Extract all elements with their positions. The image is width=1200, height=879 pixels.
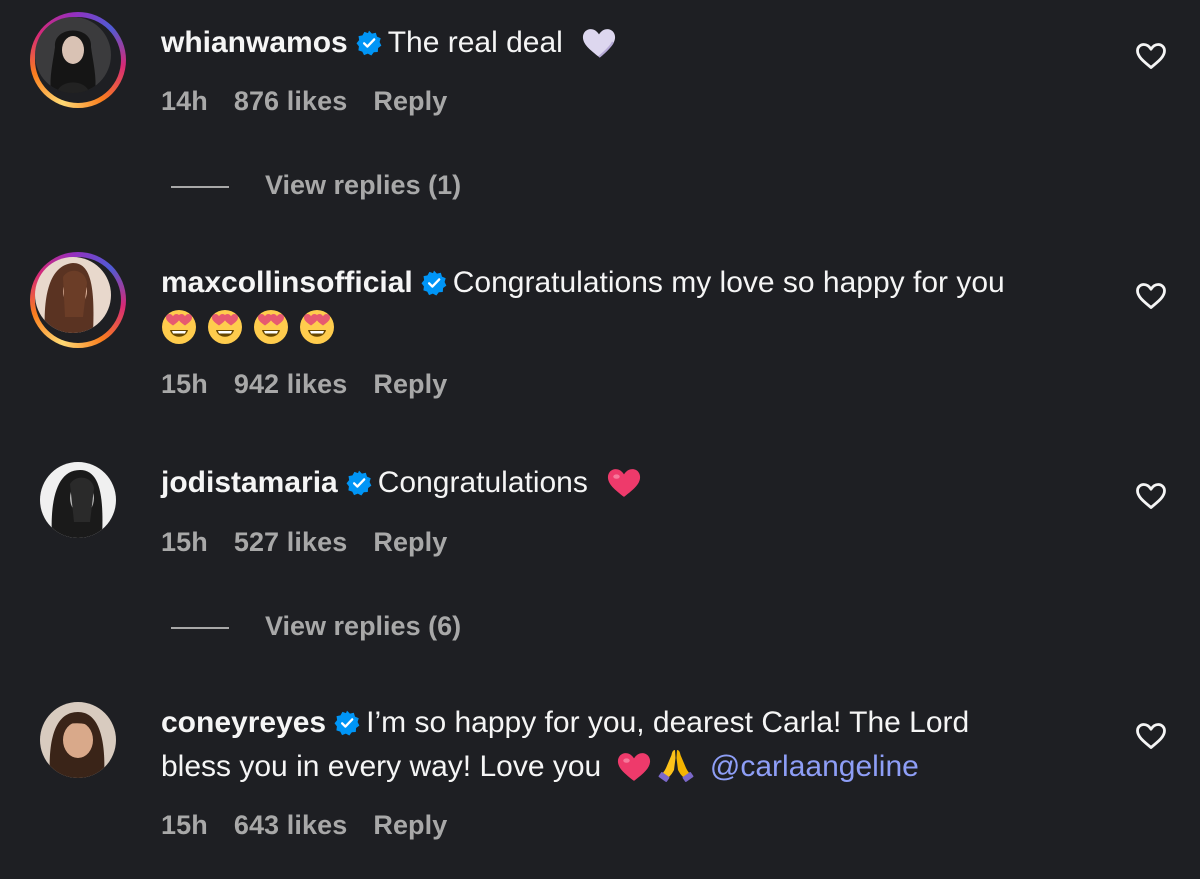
username[interactable]: jodistamaria: [161, 466, 338, 499]
comment-meta: 15h 643 likes Reply: [161, 810, 473, 841]
comment-body-line2: bless you in every way! Love you: [161, 750, 602, 783]
comment-text: whianwamos The real deal: [161, 21, 1111, 65]
verified-badge-icon: [334, 710, 360, 736]
view-replies-button[interactable]: View replies (6): [171, 611, 461, 642]
verified-badge-icon: [356, 30, 382, 56]
comment-text: maxcollinsofficial Congratulations my lov…: [161, 261, 1111, 352]
comment-body: Congratulations my love so happy for you: [452, 266, 1005, 299]
reply-button[interactable]: Reply: [373, 527, 447, 557]
comment-meta: 15h 942 likes Reply: [161, 369, 473, 400]
profile-photo: [35, 257, 111, 333]
reply-button[interactable]: Reply: [373, 810, 447, 840]
verified-badge-icon: [346, 470, 372, 496]
like-count[interactable]: 643 likes: [234, 810, 348, 840]
like-count[interactable]: 942 likes: [234, 369, 348, 399]
view-replies-label: View replies (1): [265, 170, 462, 200]
username[interactable]: coneyreyes: [161, 706, 326, 739]
avatar[interactable]: [30, 452, 126, 548]
verified-badge-icon: [421, 270, 447, 296]
profile-photo: [35, 17, 111, 93]
profile-photo: [40, 462, 116, 538]
like-heart-icon[interactable]: [1135, 42, 1167, 70]
reply-button[interactable]: Reply: [373, 86, 447, 116]
view-replies-button[interactable]: View replies (1): [171, 170, 461, 201]
comment-text: coneyreyes I’m so happy for you, dearest …: [161, 701, 1111, 789]
comment-meta: 15h 527 likes Reply: [161, 527, 473, 558]
reply-button[interactable]: Reply: [373, 369, 447, 399]
heart-eyes-icon: [207, 309, 243, 345]
heart-eyes-icon: [299, 309, 335, 345]
like-heart-icon[interactable]: [1135, 722, 1167, 750]
avatar[interactable]: [30, 692, 126, 788]
timestamp[interactable]: 15h: [161, 810, 208, 840]
avatar[interactable]: [30, 12, 126, 108]
divider-line: [171, 185, 229, 188]
white-heart-icon: [581, 28, 617, 58]
like-heart-icon[interactable]: [1135, 282, 1167, 310]
avatar[interactable]: [30, 252, 126, 348]
pink-heart-icon: [616, 752, 652, 782]
mention-link[interactable]: @carlaangeline: [710, 750, 919, 783]
profile-photo: [40, 702, 116, 778]
timestamp[interactable]: 15h: [161, 527, 208, 557]
like-count[interactable]: 527 likes: [234, 527, 348, 557]
comment-meta: 14h 876 likes Reply: [161, 86, 473, 117]
timestamp[interactable]: 15h: [161, 369, 208, 399]
view-replies-label: View replies (6): [265, 611, 462, 641]
comment-body: The real deal: [387, 26, 563, 59]
divider-line: [171, 626, 229, 629]
pink-heart-icon: [606, 468, 642, 498]
comment-body-line1: I’m so happy for you, dearest Carla! The…: [366, 706, 970, 739]
like-count[interactable]: 876 likes: [234, 86, 348, 116]
username[interactable]: whianwamos: [161, 26, 348, 59]
like-heart-icon[interactable]: [1135, 482, 1167, 510]
heart-eyes-icon: [253, 309, 289, 345]
timestamp[interactable]: 14h: [161, 86, 208, 116]
folded-hands-icon: [658, 746, 694, 782]
comment-text: jodistamaria Congratulations: [161, 461, 1111, 505]
heart-eyes-icon: [161, 309, 197, 345]
username[interactable]: maxcollinsofficial: [161, 266, 413, 299]
comment-body: Congratulations: [377, 466, 588, 499]
